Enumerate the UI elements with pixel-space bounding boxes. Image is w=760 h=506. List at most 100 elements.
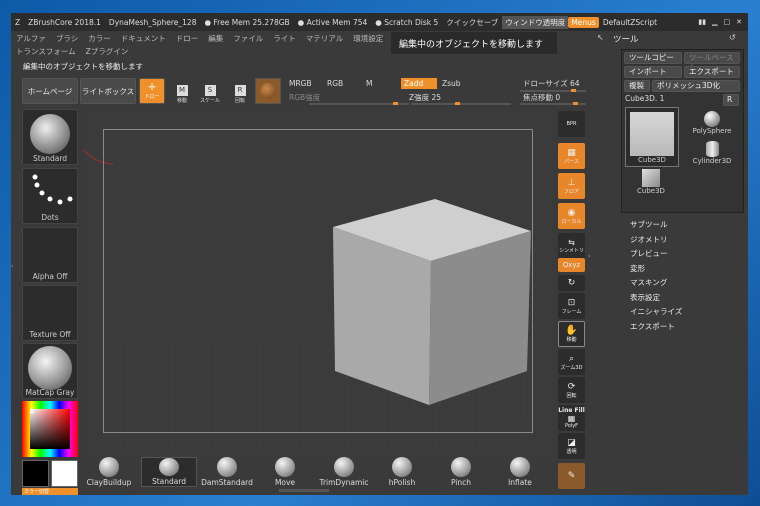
brush-pinch[interactable]: Pinch (433, 457, 489, 487)
secondary-color-swatch[interactable] (51, 460, 78, 487)
z-intensity-slider[interactable]: Z強度 25 (406, 92, 486, 103)
menu-material[interactable]: マテリアル (301, 33, 348, 44)
maximize-icon[interactable]: □ (724, 18, 731, 26)
brush-trimdynamic[interactable]: TrimDynamic (316, 457, 372, 487)
brush-hpolish[interactable]: hPolish (374, 457, 430, 487)
tool-pin-icon[interactable]: ↖ (597, 33, 604, 42)
rgb-button[interactable]: RGB (324, 78, 364, 89)
export-item[interactable]: エクスポート (630, 321, 675, 332)
quicksave-button[interactable]: クイックセーブ (442, 17, 502, 28)
menu-brush[interactable]: ブラシ (51, 33, 83, 44)
frame-button[interactable]: ⊡ フレーム (558, 293, 585, 319)
tool-thumb-cylinder3d[interactable]: Cylinder3D (685, 141, 739, 171)
rgb-intensity-slider[interactable]: RGB強度 (286, 92, 366, 103)
menu-file[interactable]: ファイル (228, 33, 268, 44)
tool-thumb-polysphere[interactable]: PolySphere (685, 111, 739, 141)
m-button[interactable]: M (363, 78, 401, 89)
menu-preferences[interactable]: 環境設定 (348, 33, 388, 44)
z-intensity-handle[interactable] (455, 102, 460, 105)
masking-item[interactable]: マスキング (630, 277, 667, 288)
home-page-button[interactable]: ホームページ (22, 78, 78, 104)
brush-inflate[interactable]: Inflate (492, 457, 548, 487)
menus-button[interactable]: Menus (568, 16, 599, 28)
scale-button[interactable]: S スケール (199, 78, 221, 104)
switch-color-button[interactable]: カラー切替 (22, 488, 78, 495)
move-view-button[interactable]: ✋ 移動 (558, 321, 585, 347)
transparency-button[interactable]: ◪ 透明 (558, 433, 585, 459)
brush-claybuildup[interactable]: ClayBuildup (81, 457, 137, 487)
load-tool-button[interactable]: ツールコピー (624, 52, 682, 64)
shelf-scrollbar[interactable] (279, 489, 329, 492)
floor-button[interactable]: ⊥ フロア (558, 173, 585, 199)
brush-damstandard[interactable]: DamStandard (199, 457, 255, 487)
menu-transform[interactable]: トランスフォーム (11, 46, 81, 57)
menu-document[interactable]: ドキュメント (116, 33, 171, 44)
deformation-item[interactable]: 変形 (630, 263, 645, 274)
tool-thumb-cube3d[interactable]: Cube3D (625, 107, 679, 167)
menu-light[interactable]: ライト (268, 33, 301, 44)
lightbox-button[interactable]: ライトボックス (80, 78, 136, 104)
display-properties-item[interactable]: 表示設定 (630, 292, 660, 303)
menu-color[interactable]: カラー (83, 33, 116, 44)
r-button[interactable]: R (723, 94, 739, 106)
menu-zplugin[interactable]: Zプラグイン (81, 46, 134, 57)
brush-move[interactable]: Move (257, 457, 313, 487)
geometry-item[interactable]: ジオメトリ (630, 234, 668, 245)
layout-icon[interactable]: ▮▮ (698, 18, 706, 26)
move-button[interactable]: M 移動 (171, 78, 193, 104)
palette-refresh-icon[interactable]: ↺ (729, 33, 736, 42)
canvas-viewport[interactable] (83, 109, 553, 463)
zoom-3d-button[interactable]: ⌕ ズーム3D (558, 349, 585, 375)
xyz-button[interactable]: Qxyz (558, 258, 585, 272)
zadd-button[interactable]: Zadd (401, 78, 437, 89)
local-button[interactable]: ◉ ローカル (558, 203, 585, 229)
material-selector[interactable]: MatCap Gray (22, 343, 78, 399)
alpha-selector[interactable]: Alpha Off (22, 227, 78, 283)
preview-item[interactable]: プレビュー (630, 248, 668, 259)
bpr-button[interactable]: BPR (558, 111, 585, 137)
subtool-item[interactable]: サブツール (630, 219, 668, 230)
close-icon[interactable]: ✕ (736, 18, 742, 26)
color-picker[interactable] (22, 401, 78, 457)
make-polymesh-button[interactable]: ポリメッシュ3D化 (652, 80, 740, 92)
export-button[interactable]: エクスポート (684, 66, 740, 78)
symmetry-button[interactable]: ⇆ シンメトリ (558, 233, 585, 259)
draw-size-slider[interactable]: ドローサイズ 64 (520, 78, 590, 89)
save-as-button[interactable]: ツールペースト (684, 52, 740, 72)
ghost-button[interactable]: ✎ (558, 463, 585, 489)
right-tray-arrow-icon[interactable]: › (588, 253, 592, 265)
left-tray-arrow-icon[interactable]: ‹ (11, 263, 16, 273)
color-cursor[interactable] (30, 409, 34, 413)
brush-standard[interactable]: Standard (141, 457, 197, 487)
texture-selector[interactable]: Texture Off (22, 285, 78, 341)
brush-selector[interactable]: Standard (22, 109, 78, 165)
window-transparency-button[interactable]: ウィンドウ透明度 (502, 15, 569, 29)
focal-shift-slider[interactable]: 焦点移動 0 (520, 92, 590, 103)
main-color-swatch[interactable] (22, 460, 49, 487)
focal-shift-handle[interactable] (573, 102, 578, 105)
rotate-button[interactable]: R 回転 (229, 78, 251, 104)
menu-alpha[interactable]: アルファ (11, 33, 51, 44)
color-sv-square[interactable] (30, 409, 70, 449)
rotate-view-button[interactable]: ⟳ 回転 (558, 377, 585, 403)
move-icon: M (176, 85, 188, 96)
tooltip: 編集中のオブジェクトを移動します (391, 32, 557, 54)
import-button[interactable]: インポート (624, 66, 682, 78)
initialize-item[interactable]: イニシャライズ (630, 306, 682, 317)
z-intensity-label: Z強度 (409, 93, 430, 102)
edit-button[interactable]: ✛ ドロー (139, 78, 165, 104)
menu-edit[interactable]: 編集 (203, 33, 228, 44)
rotate-axis-icon[interactable]: ↻ (558, 275, 585, 291)
stroke-selector[interactable]: Dots (22, 168, 78, 224)
zsub-button[interactable]: Zsub (439, 78, 477, 89)
line-fill-button[interactable]: Line Fill ▦ PolyF (558, 405, 585, 431)
tool-thumb-cube3d-small[interactable]: Cube3D (631, 169, 671, 199)
default-zscript-button[interactable]: DefaultZScript (599, 18, 661, 27)
mrgb-button[interactable]: MRGB (286, 78, 324, 89)
rgb-intensity-handle[interactable] (393, 102, 398, 105)
material-swatch[interactable] (255, 78, 281, 104)
menu-draw[interactable]: ドロー (171, 33, 204, 44)
minimize-icon[interactable]: ▁ (712, 18, 717, 26)
perspective-button[interactable]: ▦ パース (558, 143, 585, 169)
clone-button[interactable]: 複製 (624, 80, 650, 92)
